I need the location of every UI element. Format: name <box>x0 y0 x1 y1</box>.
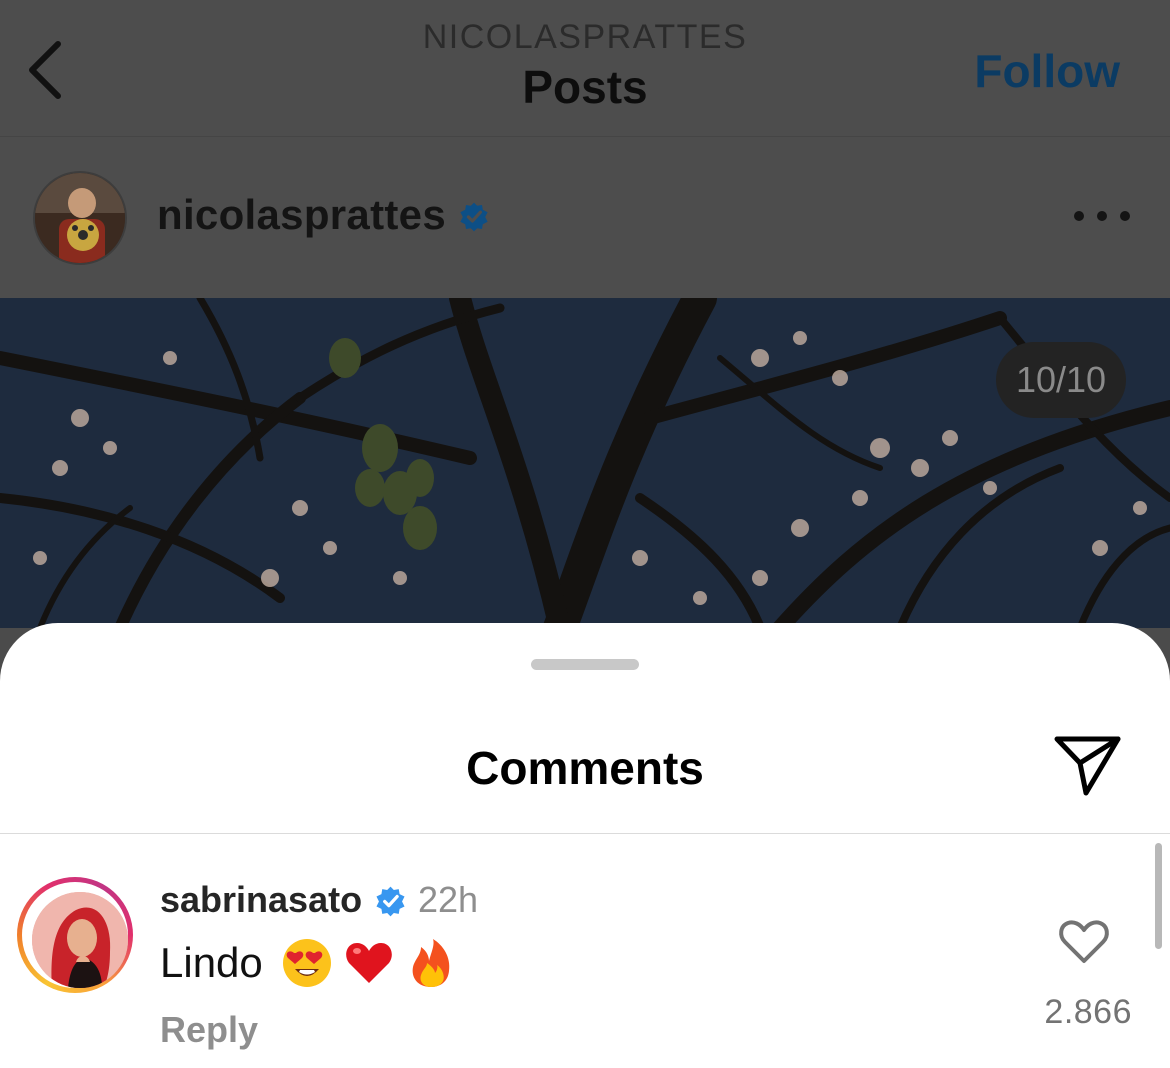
verified-badge-icon <box>460 202 488 232</box>
post-author-username[interactable]: nicolasprattes <box>157 191 446 239</box>
paper-plane-icon <box>1054 736 1121 796</box>
red-heart-emoji <box>345 943 392 983</box>
more-options-button[interactable] <box>1074 201 1130 231</box>
post-header: nicolasprattes <box>0 137 1170 298</box>
heart-eyes-emoji <box>282 939 331 987</box>
like-comment-button[interactable] <box>1058 919 1110 965</box>
like-count: 2.866 <box>1044 993 1132 1031</box>
sheet-drag-handle[interactable] <box>531 659 639 670</box>
commenter-username[interactable]: sabrinasato <box>160 879 362 921</box>
share-button[interactable] <box>1052 735 1122 797</box>
comment-timestamp: 22h <box>418 879 479 920</box>
follow-button[interactable]: Follow <box>974 44 1120 98</box>
comments-sheet: Comments sabrinasato 22h Lindo Reply 2.8… <box>0 623 1170 1068</box>
comment-emojis <box>281 937 457 989</box>
sheet-divider <box>0 833 1170 834</box>
comments-title: Comments <box>466 742 704 794</box>
comment-text: Lindo <box>160 937 457 989</box>
commenter-avatar[interactable] <box>17 877 133 993</box>
comment-item: sabrinasato 22h Lindo Reply 2.866 <box>0 875 1170 1065</box>
post-author-avatar[interactable] <box>33 171 127 265</box>
top-navigation-bar: NICOLASPRATTES Posts Follow <box>0 0 1170 137</box>
heart-outline-icon <box>1059 920 1109 963</box>
more-horizontal-icon <box>1074 211 1084 221</box>
verified-badge-icon <box>376 886 405 917</box>
image-counter-badge: 10/10 <box>996 342 1126 418</box>
post-photo[interactable] <box>0 298 1170 628</box>
fire-emoji <box>412 939 450 987</box>
comment-body: Lindo <box>160 939 263 986</box>
reply-button[interactable]: Reply <box>160 1009 258 1051</box>
